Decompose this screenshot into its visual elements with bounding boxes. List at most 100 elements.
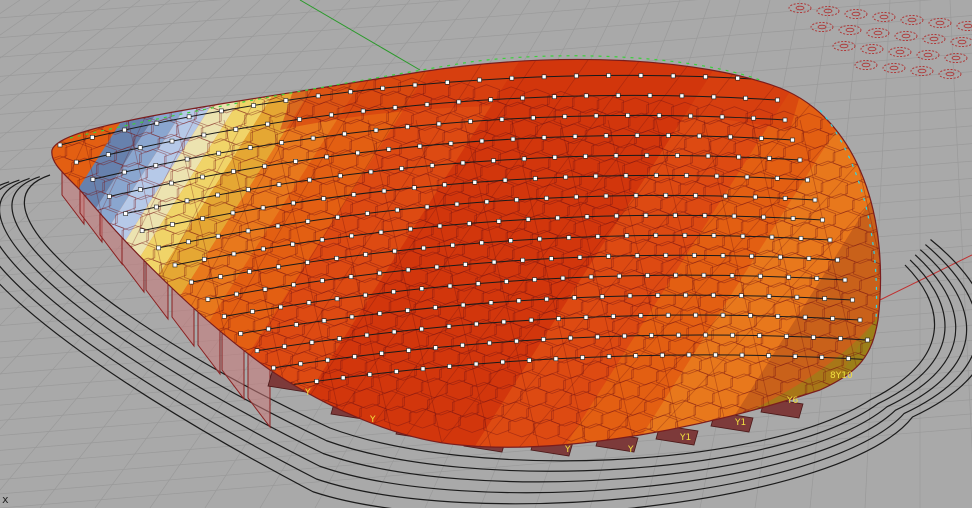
control-point[interactable]	[595, 234, 601, 239]
control-point[interactable]	[774, 176, 780, 181]
control-point[interactable]	[583, 93, 589, 99]
control-point[interactable]	[719, 114, 725, 120]
control-point[interactable]	[246, 187, 251, 192]
control-point[interactable]	[693, 312, 698, 318]
control-point[interactable]	[106, 152, 111, 157]
control-point[interactable]	[846, 356, 851, 361]
control-point[interactable]	[797, 157, 803, 163]
control-point[interactable]	[170, 222, 175, 227]
control-point[interactable]	[606, 73, 611, 78]
control-point[interactable]	[556, 316, 561, 321]
control-point[interactable]	[321, 196, 326, 201]
control-point[interactable]	[759, 136, 764, 141]
control-point[interactable]	[627, 293, 633, 299]
control-point[interactable]	[419, 286, 425, 292]
control-point[interactable]	[417, 143, 423, 149]
control-point[interactable]	[790, 137, 795, 143]
control-point[interactable]	[792, 353, 798, 359]
control-point[interactable]	[271, 365, 276, 371]
control-point[interactable]	[424, 204, 430, 210]
control-point[interactable]	[509, 75, 515, 81]
control-point[interactable]	[842, 277, 848, 283]
control-point[interactable]	[548, 256, 554, 261]
control-point[interactable]	[447, 363, 452, 369]
control-point[interactable]	[477, 77, 482, 83]
control-point[interactable]	[472, 180, 478, 185]
control-point[interactable]	[802, 314, 808, 320]
control-point[interactable]	[479, 138, 485, 144]
control-point[interactable]	[532, 277, 537, 282]
control-point[interactable]	[865, 337, 870, 343]
control-point[interactable]	[500, 359, 506, 365]
control-point[interactable]	[377, 270, 382, 276]
control-point[interactable]	[798, 236, 804, 241]
control-point[interactable]	[688, 113, 693, 119]
control-point[interactable]	[231, 169, 236, 174]
control-point[interactable]	[541, 337, 546, 342]
control-point[interactable]	[568, 335, 573, 341]
control-point[interactable]	[260, 246, 266, 252]
control-point[interactable]	[786, 274, 791, 280]
control-point[interactable]	[283, 98, 289, 103]
control-point[interactable]	[720, 253, 726, 258]
control-point[interactable]	[392, 248, 397, 254]
control-point[interactable]	[200, 216, 205, 221]
control-point[interactable]	[603, 133, 609, 138]
control-point[interactable]	[739, 352, 745, 358]
control-point[interactable]	[335, 214, 340, 220]
control-point[interactable]	[215, 233, 221, 239]
control-point[interactable]	[740, 233, 746, 239]
control-point[interactable]	[460, 342, 465, 348]
control-point[interactable]	[738, 293, 744, 298]
control-point[interactable]	[552, 155, 558, 160]
control-point[interactable]	[705, 153, 711, 159]
control-point[interactable]	[584, 214, 590, 219]
control-point[interactable]	[766, 293, 772, 299]
control-point[interactable]	[805, 177, 810, 183]
control-point[interactable]	[291, 200, 296, 206]
control-point[interactable]	[510, 136, 516, 142]
control-point[interactable]	[138, 187, 143, 192]
control-point[interactable]	[169, 138, 175, 144]
control-point[interactable]	[334, 255, 339, 261]
control-point[interactable]	[298, 361, 303, 367]
control-point[interactable]	[530, 115, 536, 121]
control-point[interactable]	[90, 177, 96, 182]
control-point[interactable]	[729, 273, 735, 278]
control-point[interactable]	[488, 300, 494, 306]
control-point[interactable]	[857, 317, 863, 323]
control-point[interactable]	[262, 163, 267, 169]
control-point[interactable]	[342, 131, 347, 137]
control-point[interactable]	[838, 336, 843, 341]
control-point[interactable]	[408, 226, 413, 232]
control-point[interactable]	[663, 193, 669, 198]
control-point[interactable]	[291, 282, 297, 288]
control-point[interactable]	[429, 163, 435, 168]
control-point[interactable]	[606, 354, 612, 359]
control-point[interactable]	[355, 150, 361, 156]
control-point[interactable]	[638, 73, 644, 78]
control-point[interactable]	[679, 93, 685, 99]
control-point[interactable]	[647, 93, 653, 98]
control-point[interactable]	[172, 262, 178, 268]
control-point[interactable]	[184, 198, 190, 204]
control-point[interactable]	[444, 80, 450, 85]
control-point[interactable]	[474, 321, 479, 327]
control-point[interactable]	[202, 256, 207, 262]
control-point[interactable]	[365, 211, 370, 216]
control-point[interactable]	[230, 210, 236, 216]
control-point[interactable]	[448, 141, 454, 146]
control-point[interactable]	[744, 174, 750, 180]
control-point[interactable]	[566, 235, 572, 240]
control-point[interactable]	[731, 213, 737, 219]
control-point[interactable]	[238, 331, 243, 336]
control-point[interactable]	[153, 163, 159, 168]
control-point[interactable]	[728, 134, 733, 140]
control-point[interactable]	[57, 142, 63, 148]
control-point[interactable]	[250, 309, 255, 314]
control-point[interactable]	[391, 289, 396, 295]
control-point[interactable]	[560, 275, 566, 281]
control-point[interactable]	[305, 260, 310, 265]
control-point[interactable]	[324, 154, 330, 160]
control-point[interactable]	[200, 174, 205, 180]
